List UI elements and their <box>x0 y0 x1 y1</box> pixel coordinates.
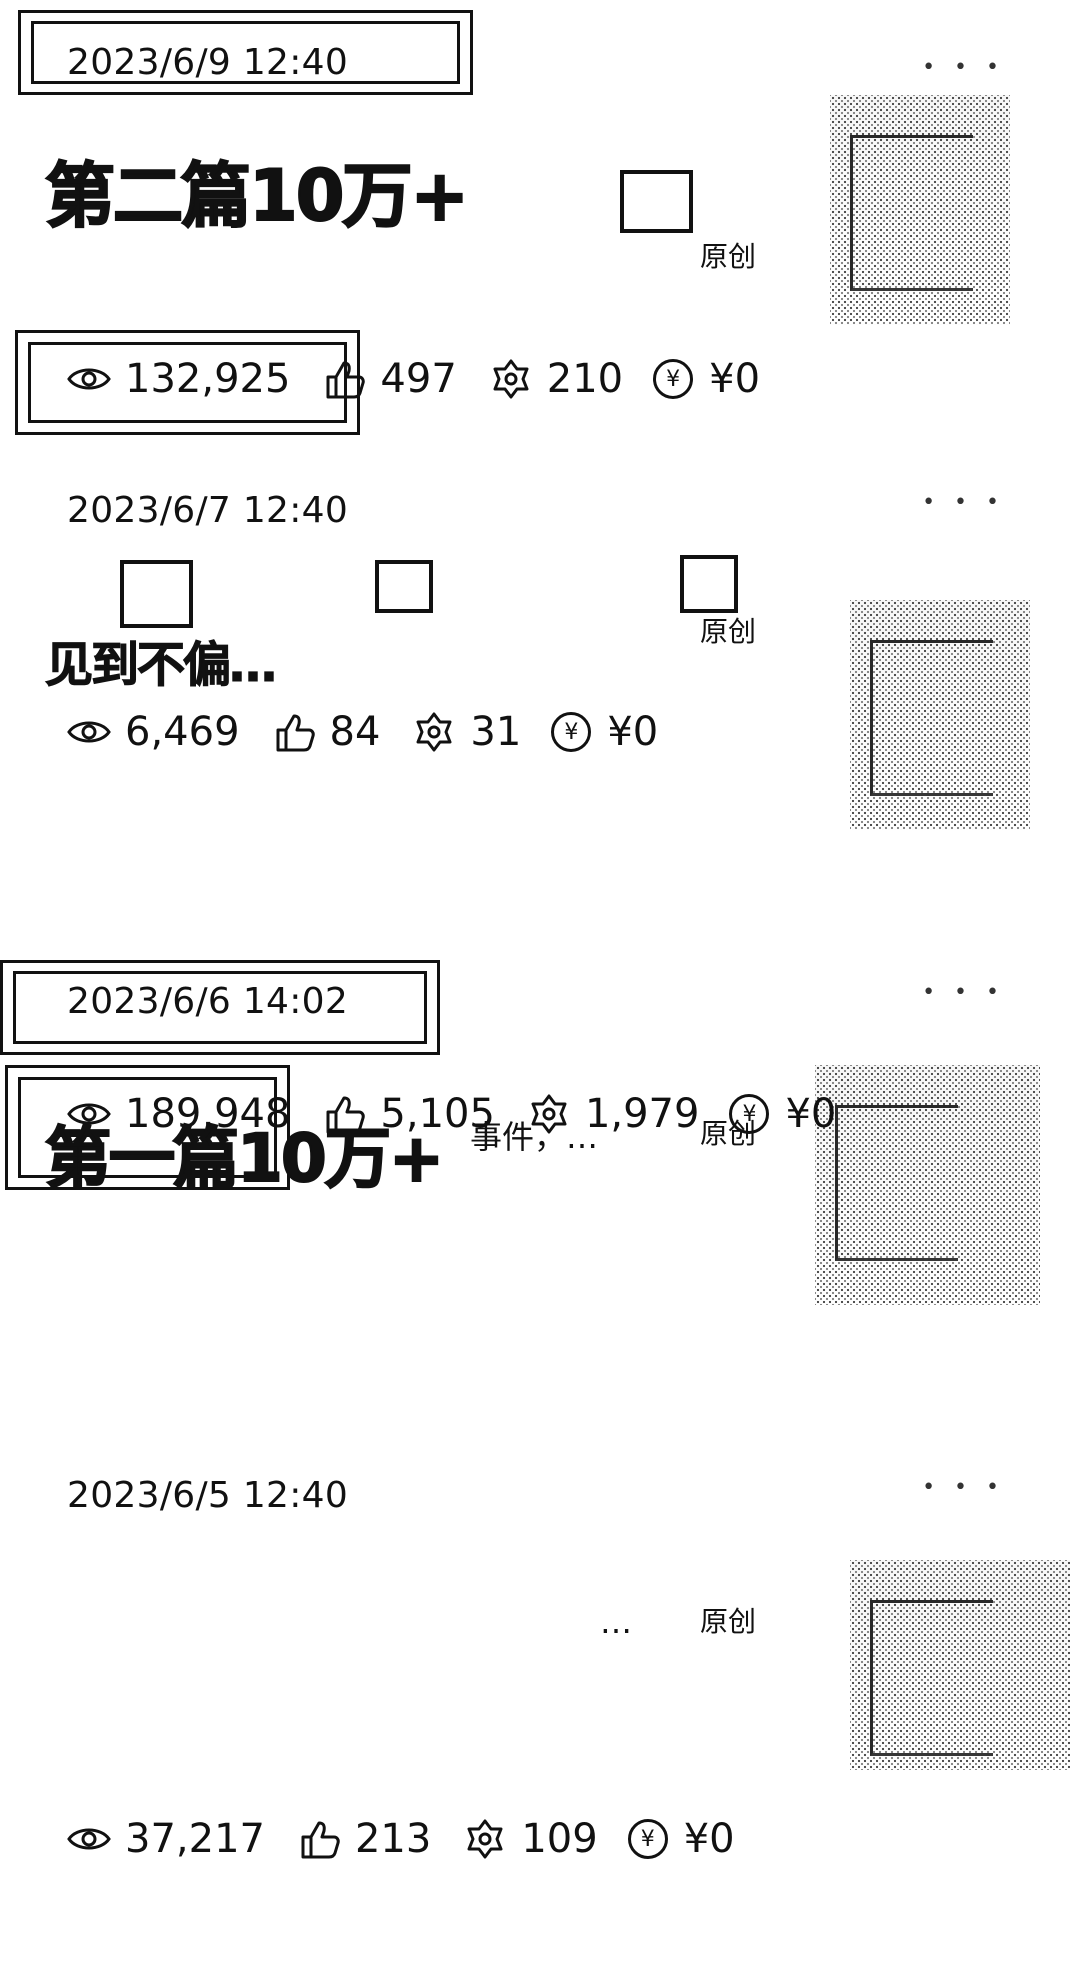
eye-icon <box>65 708 113 756</box>
views-count: 6,469 <box>125 709 240 755</box>
yen-circle-icon: ¥ <box>729 1094 770 1134</box>
likes-count: 213 <box>354 1816 432 1862</box>
shares-stat: 210 <box>487 355 623 403</box>
post-thumbnail[interactable] <box>850 1560 1070 1770</box>
post-card[interactable]: 2023/6/6 14:02 • • • 第一篇10万+ 事件，… 原创 189… <box>0 960 1080 1470</box>
likes-stat: 84 <box>270 708 381 756</box>
post-stats: 6,469 84 31 ¥ ¥0 <box>65 708 658 756</box>
redaction-block <box>620 170 693 233</box>
likes-count: 84 <box>329 709 381 755</box>
share-icon <box>487 355 535 403</box>
post-stats: 37,217 213 109 ¥ ¥0 <box>65 1815 735 1863</box>
post-thumbnail[interactable] <box>830 95 1010 325</box>
post-card[interactable]: 2023/6/7 12:40 • • • 见到不偏… 原创 6,469 84 3… <box>0 490 1080 980</box>
more-menu-icon[interactable]: • • • <box>922 55 1005 80</box>
post-thumbnail[interactable] <box>850 600 1030 830</box>
post-date: 2023/6/9 12:40 <box>67 42 349 83</box>
views-count: 189,948 <box>125 1091 291 1137</box>
views-count: 37,217 <box>125 1816 265 1862</box>
post-stats: 132,925 497 210 ¥ ¥0 <box>65 355 760 403</box>
reward-amount: ¥0 <box>683 1816 735 1862</box>
redaction-block <box>680 555 738 613</box>
views-stat: 6,469 <box>65 708 240 756</box>
post-date: 2023/6/6 14:02 <box>67 981 349 1022</box>
reward-stat: ¥ ¥0 <box>729 1091 836 1137</box>
likes-count: 497 <box>380 356 457 402</box>
thumbs-up-icon <box>295 1815 343 1863</box>
share-icon <box>410 708 458 756</box>
thumbs-up-icon <box>320 1090 368 1138</box>
shares-stat: 109 <box>461 1815 598 1863</box>
original-tag: 原创 <box>700 615 757 648</box>
post-thumbnail[interactable] <box>815 1065 1040 1305</box>
redaction-block <box>375 560 433 613</box>
eye-icon <box>65 355 113 403</box>
shares-count: 31 <box>470 709 522 755</box>
eye-icon <box>65 1090 113 1138</box>
more-menu-icon[interactable]: • • • <box>922 1475 1005 1500</box>
reward-amount: ¥0 <box>607 709 659 755</box>
post-stats: 189,948 5,105 1,979 ¥ ¥0 <box>65 1090 836 1138</box>
views-count: 132,925 <box>125 356 291 402</box>
eye-icon <box>65 1815 113 1863</box>
thumbs-up-icon <box>270 708 318 756</box>
more-menu-icon[interactable]: • • • <box>922 490 1005 515</box>
thumbs-up-icon <box>320 355 368 403</box>
shares-count: 109 <box>521 1816 598 1862</box>
share-icon <box>525 1090 573 1138</box>
post-date: 2023/6/7 12:40 <box>67 490 349 531</box>
post-card[interactable]: 2023/6/5 12:40 • • • … 原创 37,217 213 109… <box>0 1475 1080 1965</box>
likes-count: 5,105 <box>380 1091 495 1137</box>
post-title[interactable]: 见到不偏… <box>44 625 277 695</box>
views-stat: 37,217 <box>65 1815 265 1863</box>
likes-stat: 5,105 <box>320 1090 495 1138</box>
shares-count: 1,979 <box>584 1091 700 1137</box>
yen-circle-icon: ¥ <box>653 359 694 399</box>
views-stat: 189,948 <box>65 1090 290 1138</box>
original-tag: 原创 <box>700 1605 757 1638</box>
post-subtitle: … <box>600 1603 632 1641</box>
yen-circle-icon: ¥ <box>551 712 592 752</box>
reward-amount: ¥0 <box>709 356 761 402</box>
shares-count: 210 <box>546 356 624 402</box>
share-icon <box>461 1815 509 1863</box>
reward-stat: ¥ ¥0 <box>653 356 760 402</box>
reward-amount: ¥0 <box>785 1091 837 1137</box>
original-tag: 原创 <box>700 240 757 273</box>
views-stat: 132,925 <box>65 355 290 403</box>
likes-stat: 497 <box>320 355 457 403</box>
post-title[interactable]: 第二篇10万+ <box>44 140 470 241</box>
post-card[interactable]: 2023/6/9 12:40 • • • 第二篇10万+ 原创 132,925 … <box>0 0 1080 490</box>
redaction-block <box>120 560 193 628</box>
shares-stat: 31 <box>410 708 521 756</box>
reward-stat: ¥ ¥0 <box>627 1816 735 1862</box>
likes-stat: 213 <box>295 1815 431 1863</box>
reward-stat: ¥ ¥0 <box>551 709 658 755</box>
shares-stat: 1,979 <box>525 1090 700 1138</box>
more-menu-icon[interactable]: • • • <box>922 980 1005 1005</box>
yen-circle-icon: ¥ <box>627 1819 668 1859</box>
post-date: 2023/6/5 12:40 <box>67 1475 349 1516</box>
